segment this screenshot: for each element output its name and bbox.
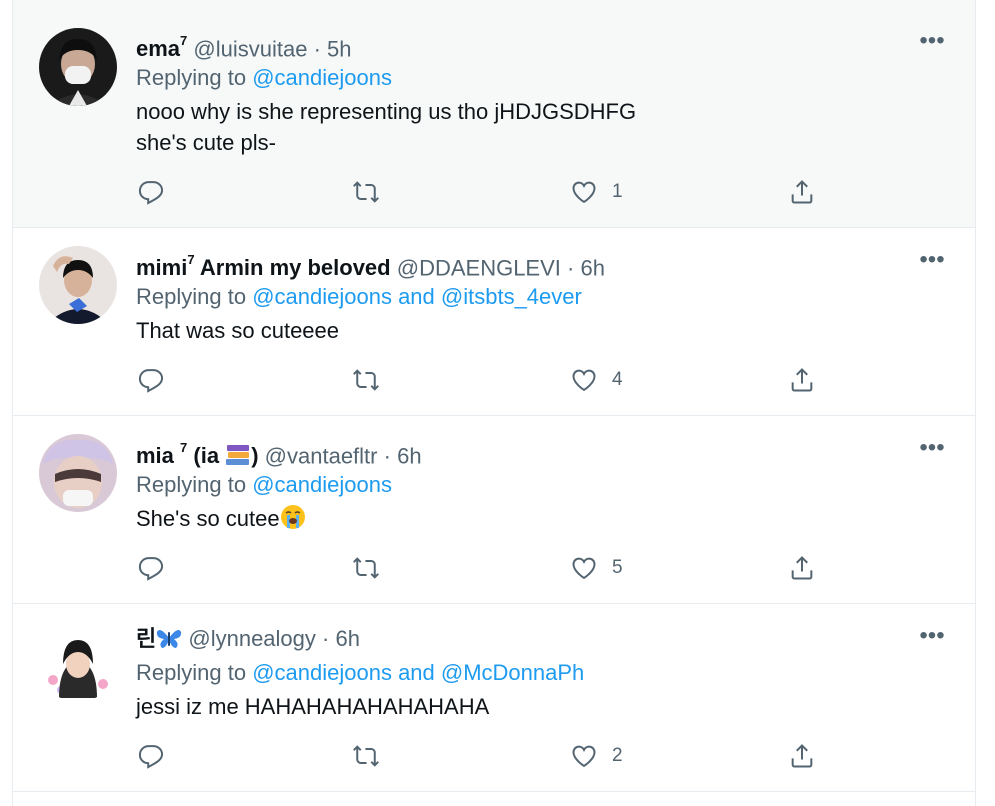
timestamp[interactable]: 6h: [397, 443, 421, 468]
retweet-button[interactable]: [352, 366, 380, 394]
retweet-button[interactable]: [352, 554, 380, 582]
more-icon[interactable]: •••: [917, 248, 947, 275]
share-button[interactable]: [788, 366, 816, 394]
timestamp[interactable]: 5h: [327, 36, 351, 61]
user-handle[interactable]: @DDAENGLEVI: [397, 255, 561, 280]
tweet-header: ema7 @luisvuitae · 5h: [136, 30, 352, 63]
reply-button[interactable]: [137, 742, 165, 770]
loudly-crying-face-icon: [280, 505, 305, 529]
avatar[interactable]: [39, 28, 117, 106]
tweet-header: mia 7 (ia ) @vantaefltr · 6h: [136, 437, 422, 470]
tweet-header: mimi7 Armin my beloved @DDAENGLEVI · 6h: [136, 249, 605, 282]
display-name[interactable]: mimi7 Armin my beloved: [136, 252, 391, 280]
retweet-icon: [353, 745, 379, 767]
reply-button[interactable]: [137, 178, 165, 206]
display-name[interactable]: 린: [136, 626, 182, 651]
user-handle[interactable]: @vantaefltr: [265, 443, 378, 468]
reply-tweet[interactable]: mimi7 Armin my beloved @DDAENGLEVI · 6h …: [13, 228, 975, 416]
reply-icon: [138, 181, 164, 205]
retweet-button[interactable]: [352, 742, 380, 770]
user-handle[interactable]: @lynnealogy: [188, 626, 316, 651]
reply-tweet[interactable]: mia 7 (ia ) @vantaefltr · 6h Replying to…: [13, 416, 975, 604]
reply-icon: [138, 557, 164, 581]
reply-tweet[interactable]: ema7 @luisvuitae · 5h Replying to @candi…: [13, 0, 975, 228]
books-emoji-icon: [226, 445, 250, 466]
next-reply-edge: [13, 792, 975, 806]
butterfly-emoji-icon: [157, 630, 182, 648]
mention-link[interactable]: @candiejoons: [252, 65, 392, 90]
tweet-text: nooo why is she representing us tho jHDJ…: [136, 99, 637, 155]
like-button[interactable]: 2: [570, 742, 623, 770]
like-button[interactable]: 5: [570, 554, 623, 582]
reply-feed: ema7 @luisvuitae · 5h Replying to @candi…: [12, 0, 976, 806]
tweet-header: 린 @lynnealogy · 6h: [136, 625, 360, 653]
like-count: 5: [612, 557, 623, 578]
tweet-text: She's so cutee: [136, 503, 306, 534]
share-button[interactable]: [788, 554, 816, 582]
like-count: 2: [612, 745, 623, 766]
reply-button[interactable]: [137, 554, 165, 582]
separator-dot: ·: [383, 443, 391, 469]
user-handle[interactable]: @luisvuitae: [193, 36, 307, 61]
replying-to: Replying to @candiejoons and @itsbts_4ev…: [136, 284, 582, 309]
reply-tweet[interactable]: 린 @lynnealogy · 6h Replying to @candiejo…: [13, 604, 975, 792]
share-icon: [791, 368, 813, 392]
timestamp[interactable]: 6h: [580, 255, 604, 280]
display-name[interactable]: mia 7 (ia ): [136, 440, 259, 468]
avatar[interactable]: [39, 434, 117, 512]
separator-dot: ·: [322, 626, 330, 651]
retweet-icon: [353, 181, 379, 203]
like-icon: [572, 369, 596, 392]
like-count: 4: [612, 369, 623, 390]
mention-link[interactable]: @candiejoons and @McDonnaPh: [252, 660, 584, 685]
timestamp[interactable]: 6h: [335, 626, 359, 651]
like-icon: [572, 745, 596, 768]
like-icon: [572, 557, 596, 580]
tweet-text: That was so cuteeee: [136, 318, 340, 343]
more-icon[interactable]: •••: [917, 29, 947, 56]
separator-dot: ·: [567, 255, 575, 281]
retweet-icon: [353, 557, 379, 579]
share-icon: [791, 556, 813, 580]
tweet-text: jessi iz me HAHAHAHAHAHAHAHA: [136, 694, 490, 719]
retweet-button[interactable]: [352, 178, 380, 206]
replying-to: Replying to @candiejoons: [136, 472, 392, 497]
separator-dot: ·: [313, 36, 321, 62]
share-icon: [791, 744, 813, 768]
mention-link[interactable]: @candiejoons and @itsbts_4ever: [252, 284, 582, 309]
like-count: 1: [612, 181, 623, 202]
more-icon[interactable]: •••: [917, 624, 947, 651]
share-icon: [791, 180, 813, 204]
replying-to: Replying to @candiejoons and @McDonnaPh: [136, 660, 585, 685]
reply-button[interactable]: [137, 366, 165, 394]
replying-to: Replying to @candiejoons: [136, 65, 392, 90]
reply-icon: [138, 369, 164, 393]
share-button[interactable]: [788, 178, 816, 206]
retweet-icon: [353, 369, 379, 391]
share-button[interactable]: [788, 742, 816, 770]
like-icon: [572, 181, 596, 204]
like-button[interactable]: 1: [570, 178, 623, 206]
avatar[interactable]: [39, 246, 117, 324]
mention-link[interactable]: @candiejoons: [252, 472, 392, 497]
display-name[interactable]: ema7: [136, 33, 187, 61]
reply-icon: [138, 745, 164, 769]
like-button[interactable]: 4: [570, 366, 623, 394]
avatar[interactable]: [39, 624, 117, 702]
more-icon[interactable]: •••: [917, 436, 947, 463]
